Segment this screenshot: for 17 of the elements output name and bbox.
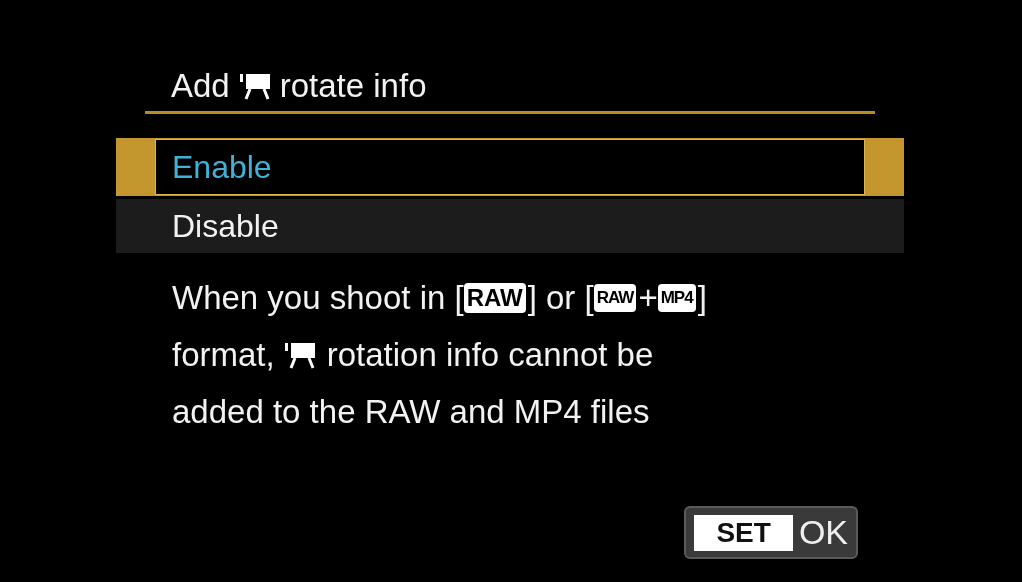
description-text: + <box>638 278 658 317</box>
description-text: format, <box>172 335 275 374</box>
movie-camera-icon <box>239 72 270 100</box>
menu-option[interactable]: Disable <box>116 199 904 253</box>
movie-camera-icon <box>284 340 315 369</box>
format-badge: RAW <box>463 282 526 313</box>
format-badge: MP4 <box>657 283 696 312</box>
description-text: When you shoot in [ <box>172 278 464 317</box>
description-text: added to the RAW and MP4 files <box>172 392 650 431</box>
title-text: rotate info <box>279 67 427 105</box>
ok-button[interactable]: SET OK <box>684 506 858 559</box>
title-text: Add <box>171 67 230 105</box>
menu-option[interactable]: Enable <box>116 138 904 196</box>
description-text: rotation info cannot be <box>326 335 654 374</box>
format-badge: RAW <box>593 283 637 312</box>
description-text: ] or [ <box>527 278 594 317</box>
description-text: ] <box>697 278 707 317</box>
